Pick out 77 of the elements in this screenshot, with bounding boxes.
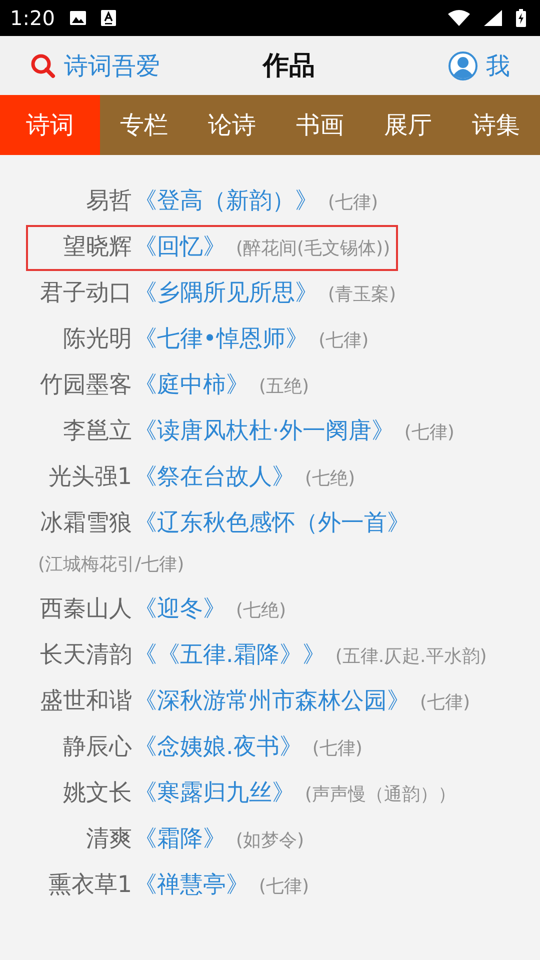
profile-button[interactable]: 我	[448, 50, 510, 82]
poem-form: (七律)	[328, 191, 378, 215]
work-row[interactable]: 冰霜雪狼《辽东秋色感怀（外一首》 (江城梅花引/七律)	[26, 501, 516, 587]
author-name: 清爽	[85, 825, 132, 854]
search-button[interactable]: 诗词吾爱	[30, 50, 160, 82]
poem-title[interactable]: 《深秋游常州市森林公园》	[134, 688, 410, 714]
author-name: 西秦山人	[39, 595, 132, 624]
tab[interactable]: 专栏	[100, 95, 188, 155]
author-name: 望晓辉	[62, 233, 132, 262]
battery-icon	[516, 9, 526, 27]
poem-form: (七律)	[259, 875, 310, 899]
work-row[interactable]: 陈光明《七律•悼恩师》 (七律)	[26, 317, 377, 363]
work-row[interactable]: 姚文长《寒露归九丝》 (声声慢（通韵））	[26, 771, 464, 817]
tab[interactable]: 展厅	[364, 95, 452, 155]
poem-title[interactable]: 《禅慧亭》	[134, 872, 249, 898]
poem-title[interactable]: 《登高（新韵）》	[134, 188, 318, 214]
work-row[interactable]: 静辰心《念姨娘.夜书》 (七律)	[26, 725, 370, 771]
poem-title[interactable]: 《迎冬》	[134, 596, 226, 622]
poem-form: (七绝)	[236, 599, 286, 623]
keyboard-icon	[100, 10, 116, 26]
poem-form: (醉花间(毛文锡体))	[236, 237, 390, 261]
author-name: 冰霜雪狼	[39, 509, 132, 538]
search-icon	[30, 52, 56, 78]
work-row[interactable]: 易哲《登高（新韵）》 (七律)	[26, 179, 386, 225]
poem-title[interactable]: 《七律•悼恩师》	[134, 326, 309, 352]
poem-title[interactable]: 《乡隅所见所思》	[134, 280, 318, 306]
poem-form: (七律)	[318, 329, 369, 353]
highlighted-row[interactable]: 望晓辉《回忆》 (醉花间(毛文锡体))	[26, 225, 398, 271]
poem-title[interactable]: 《念姨娘.夜书》	[134, 734, 302, 760]
poem-form: (五律.仄起.平水韵)	[335, 645, 487, 669]
page-title: 作品	[263, 50, 315, 83]
status-time: 1:20	[10, 6, 55, 30]
author-name: 光头强1	[47, 463, 132, 492]
poem-form: (七律)	[420, 691, 470, 715]
work-row[interactable]: 君子动口《乡隅所见所思》 (青玉案)	[26, 271, 404, 317]
poem-form: (五绝)	[259, 375, 310, 399]
poem-title[interactable]: 《祭在台故人》	[134, 464, 295, 490]
author-name: 熏衣草1	[47, 871, 132, 900]
poem-form: (七绝)	[305, 467, 356, 491]
wifi-icon	[448, 10, 470, 26]
author-name: 姚文长	[62, 779, 132, 808]
poem-form: (声声慢（通韵））	[305, 783, 456, 807]
tab[interactable]: 书画	[276, 95, 364, 155]
poem-title[interactable]: 《辽东秋色感怀（外一首》	[134, 510, 410, 536]
author-name: 李邕立	[62, 417, 132, 446]
poem-title[interactable]: 《《五律.霜降》》	[134, 642, 326, 668]
poem-title[interactable]: 《霜降》	[134, 826, 226, 852]
work-row[interactable]: 李邕立《读唐风杕杜·外一阕唐》 (七律)	[26, 409, 462, 455]
author-name: 静辰心	[62, 733, 132, 762]
work-row[interactable]: 光头强1《祭在台故人》 (七绝)	[26, 455, 364, 501]
image-icon	[68, 10, 87, 26]
poem-form: (七律)	[404, 421, 454, 445]
tab[interactable]: 论诗	[188, 95, 276, 155]
work-row[interactable]: 西秦山人《迎冬》 (七绝)	[26, 587, 294, 633]
signal-icon	[484, 10, 502, 26]
user-icon	[448, 50, 478, 80]
poem-title[interactable]: 《庭中柿》	[134, 372, 249, 398]
author-name: 陈光明	[62, 325, 132, 354]
author-name: 易哲	[85, 187, 132, 216]
author-name: 长天清韵	[39, 641, 132, 670]
poem-form: (如梦令)	[236, 829, 304, 853]
author-name: 盛世和谐	[39, 687, 132, 716]
poem-form: (青玉案)	[328, 283, 396, 307]
poem-form: (七律)	[312, 737, 362, 761]
poem-form: (江城梅花引/七律)	[38, 553, 184, 577]
tab[interactable]: 诗词	[0, 95, 100, 155]
author-name: 君子动口	[39, 279, 132, 308]
author-name: 竹园墨客	[39, 371, 132, 400]
work-row[interactable]: 竹园墨客《庭中柿》 (五绝)	[26, 363, 318, 409]
poem-title[interactable]: 《读唐风杕杜·外一阕唐》	[134, 418, 394, 444]
work-row[interactable]: 盛世和谐《深秋游常州市森林公园》 (七律)	[26, 679, 478, 725]
work-row[interactable]: 熏衣草1《禅慧亭》 (七律)	[26, 863, 318, 909]
poem-title[interactable]: 《寒露归九丝》	[134, 780, 295, 806]
work-row[interactable]: 长天清韵《《五律.霜降》》 (五律.仄起.平水韵)	[26, 633, 495, 679]
poem-title[interactable]: 《回忆》	[134, 234, 226, 260]
work-row[interactable]: 清爽《霜降》 (如梦令)	[26, 817, 312, 863]
tab[interactable]: 诗集	[452, 95, 540, 155]
